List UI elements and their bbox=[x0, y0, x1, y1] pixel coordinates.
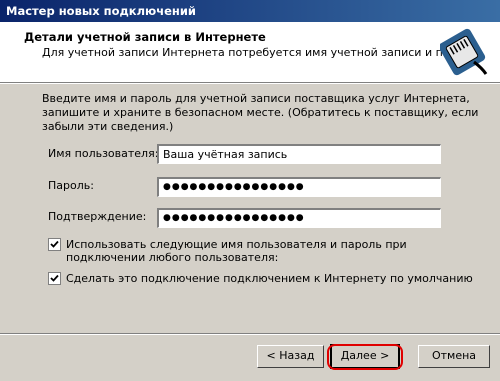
default-connection-label: Сделать это подключение подключением к И… bbox=[66, 272, 473, 285]
next-button-highlight bbox=[327, 344, 403, 370]
password-label: Пароль: bbox=[48, 179, 94, 192]
confirm-password-input[interactable]: ●●●●●●●●●●●●●●●● bbox=[157, 208, 441, 228]
username-input[interactable]: Ваша учётная запись bbox=[157, 144, 441, 164]
instructions-text: Введите имя и пароль для учетной записи … bbox=[42, 92, 479, 133]
header-separator bbox=[0, 83, 500, 84]
footer-separator bbox=[0, 333, 500, 335]
wizard-header: Детали учетной записи в Интернете Для уч… bbox=[0, 22, 500, 83]
title-bar: Мастер новых подключений bbox=[0, 0, 500, 22]
confirm-label: Подтверждение: bbox=[48, 210, 147, 223]
header-subtitle: Для учетной записи Интернета потребуется… bbox=[42, 46, 481, 59]
username-label: Имя пользователя: bbox=[48, 147, 159, 160]
use-for-all-users-label: Использовать следующие имя пользователя … bbox=[66, 238, 407, 264]
default-connection-checkbox[interactable] bbox=[48, 272, 61, 285]
window-title: Мастер новых подключений bbox=[6, 4, 196, 18]
checkmark-icon bbox=[50, 240, 59, 248]
password-input[interactable]: ●●●●●●●●●●●●●●●● bbox=[157, 177, 441, 197]
header-title: Детали учетной записи в Интернете bbox=[24, 30, 266, 44]
cancel-button[interactable]: Отмена bbox=[418, 345, 490, 368]
checkmark-icon bbox=[50, 274, 59, 282]
use-for-all-users-checkbox[interactable] bbox=[48, 238, 61, 251]
back-button[interactable]: < Назад bbox=[257, 345, 324, 368]
cable-connector-icon bbox=[440, 28, 488, 76]
